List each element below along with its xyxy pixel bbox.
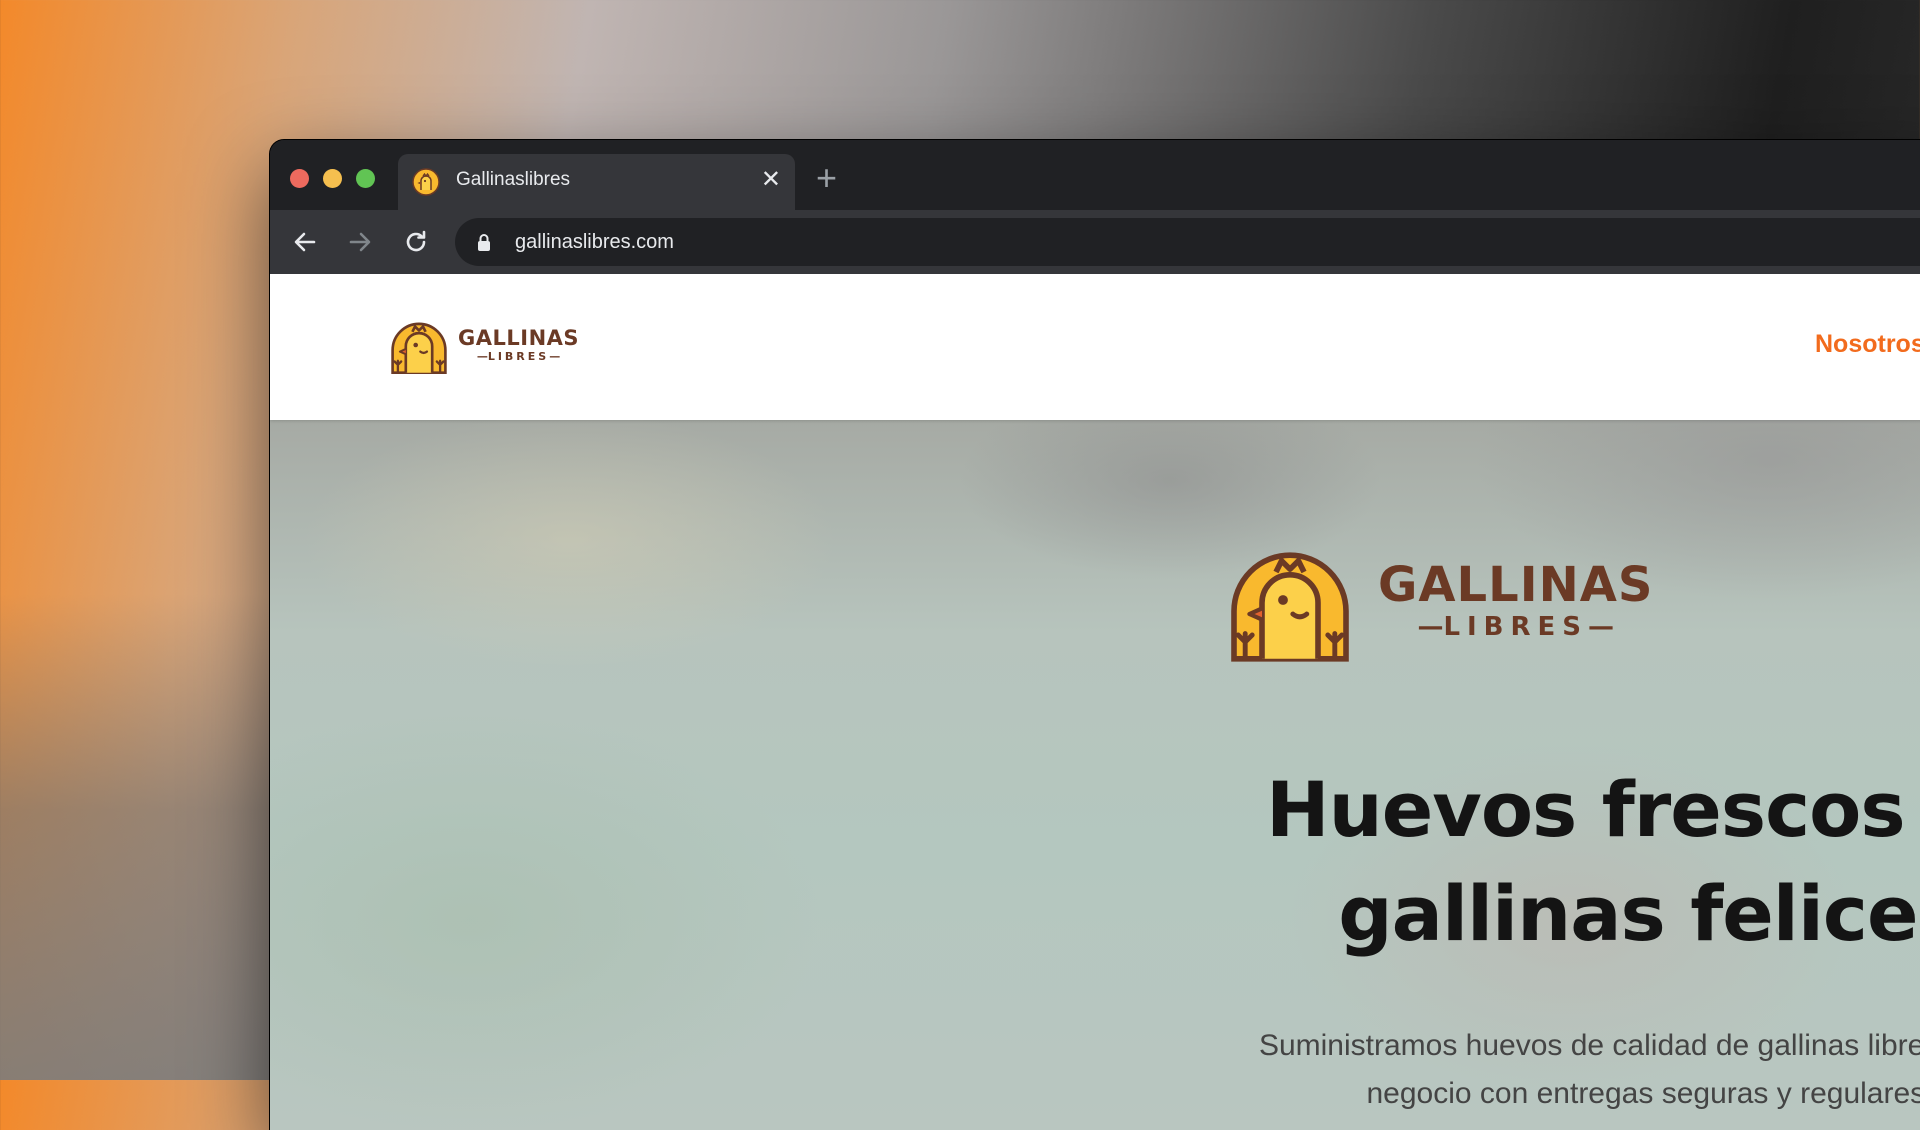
address-bar[interactable]: gallinaslibres.com <box>455 218 1920 266</box>
maximize-window-button[interactable] <box>356 169 375 188</box>
tab-bar: Gallinaslibres ✕ + <box>270 140 1920 210</box>
reload-icon[interactable] <box>398 224 434 260</box>
browser-window: Gallinaslibres ✕ + gallinaslibres.com GA… <box>270 140 1920 1130</box>
logo-subword: LIBRES <box>477 350 560 364</box>
hero-title-line-1: Huevos frescos de <box>1266 765 1920 854</box>
browser-toolbar: gallinaslibres.com <box>270 210 1920 274</box>
hero-logo-subword: LIBRES <box>1417 612 1614 642</box>
header-logo[interactable]: GALLINAS LIBRES <box>386 312 579 378</box>
tab-title: Gallinaslibres <box>456 169 571 190</box>
hero-logo-word: GALLINAS <box>1378 557 1654 613</box>
hero-logo-wordmark: GALLINAS LIBRES <box>1378 558 1653 642</box>
nav-link-nosotros[interactable]: Nosotros <box>1815 330 1920 359</box>
hero-subtitle-line-2: negocio con entregas seguras y regulares… <box>1366 1077 1920 1110</box>
site-header: GALLINAS LIBRES Nosotros <box>270 274 1920 420</box>
url-text: gallinaslibres.com <box>515 231 674 253</box>
minimize-window-button[interactable] <box>323 169 342 188</box>
hero-subtitle-line-1: Suministramos huevos de calidad de galli… <box>1258 1029 1920 1062</box>
arrow-left-icon[interactable] <box>287 224 323 260</box>
logo-wordmark: GALLINAS LIBRES <box>458 326 579 364</box>
lock-icon <box>478 234 490 251</box>
close-window-button[interactable] <box>290 169 309 188</box>
web-page: GALLINAS LIBRES Nosotros <box>270 274 1920 1130</box>
hero-logo: GALLINAS LIBRES <box>1220 530 1653 670</box>
chicken-logo-icon <box>391 322 447 375</box>
hero-title-line-2: gallinas felices <box>1338 869 1920 958</box>
new-tab-icon[interactable]: + <box>816 158 837 198</box>
hero-section: GALLINAS LIBRES Huevos frescos de gallin… <box>270 420 1920 1130</box>
logo-word: GALLINAS <box>458 326 580 350</box>
hero-title: Huevos frescos de gallinas felices <box>1090 758 1920 966</box>
chicken-logo-icon <box>412 168 440 196</box>
tab-close-icon[interactable]: ✕ <box>761 166 781 194</box>
arrow-right-icon[interactable] <box>342 224 378 260</box>
chicken-logo-icon <box>1231 552 1349 662</box>
hero-subtitle: Suministramos huevos de calidad de galli… <box>1030 1022 1920 1118</box>
tab-gallinaslibres[interactable]: Gallinaslibres ✕ <box>398 154 795 210</box>
